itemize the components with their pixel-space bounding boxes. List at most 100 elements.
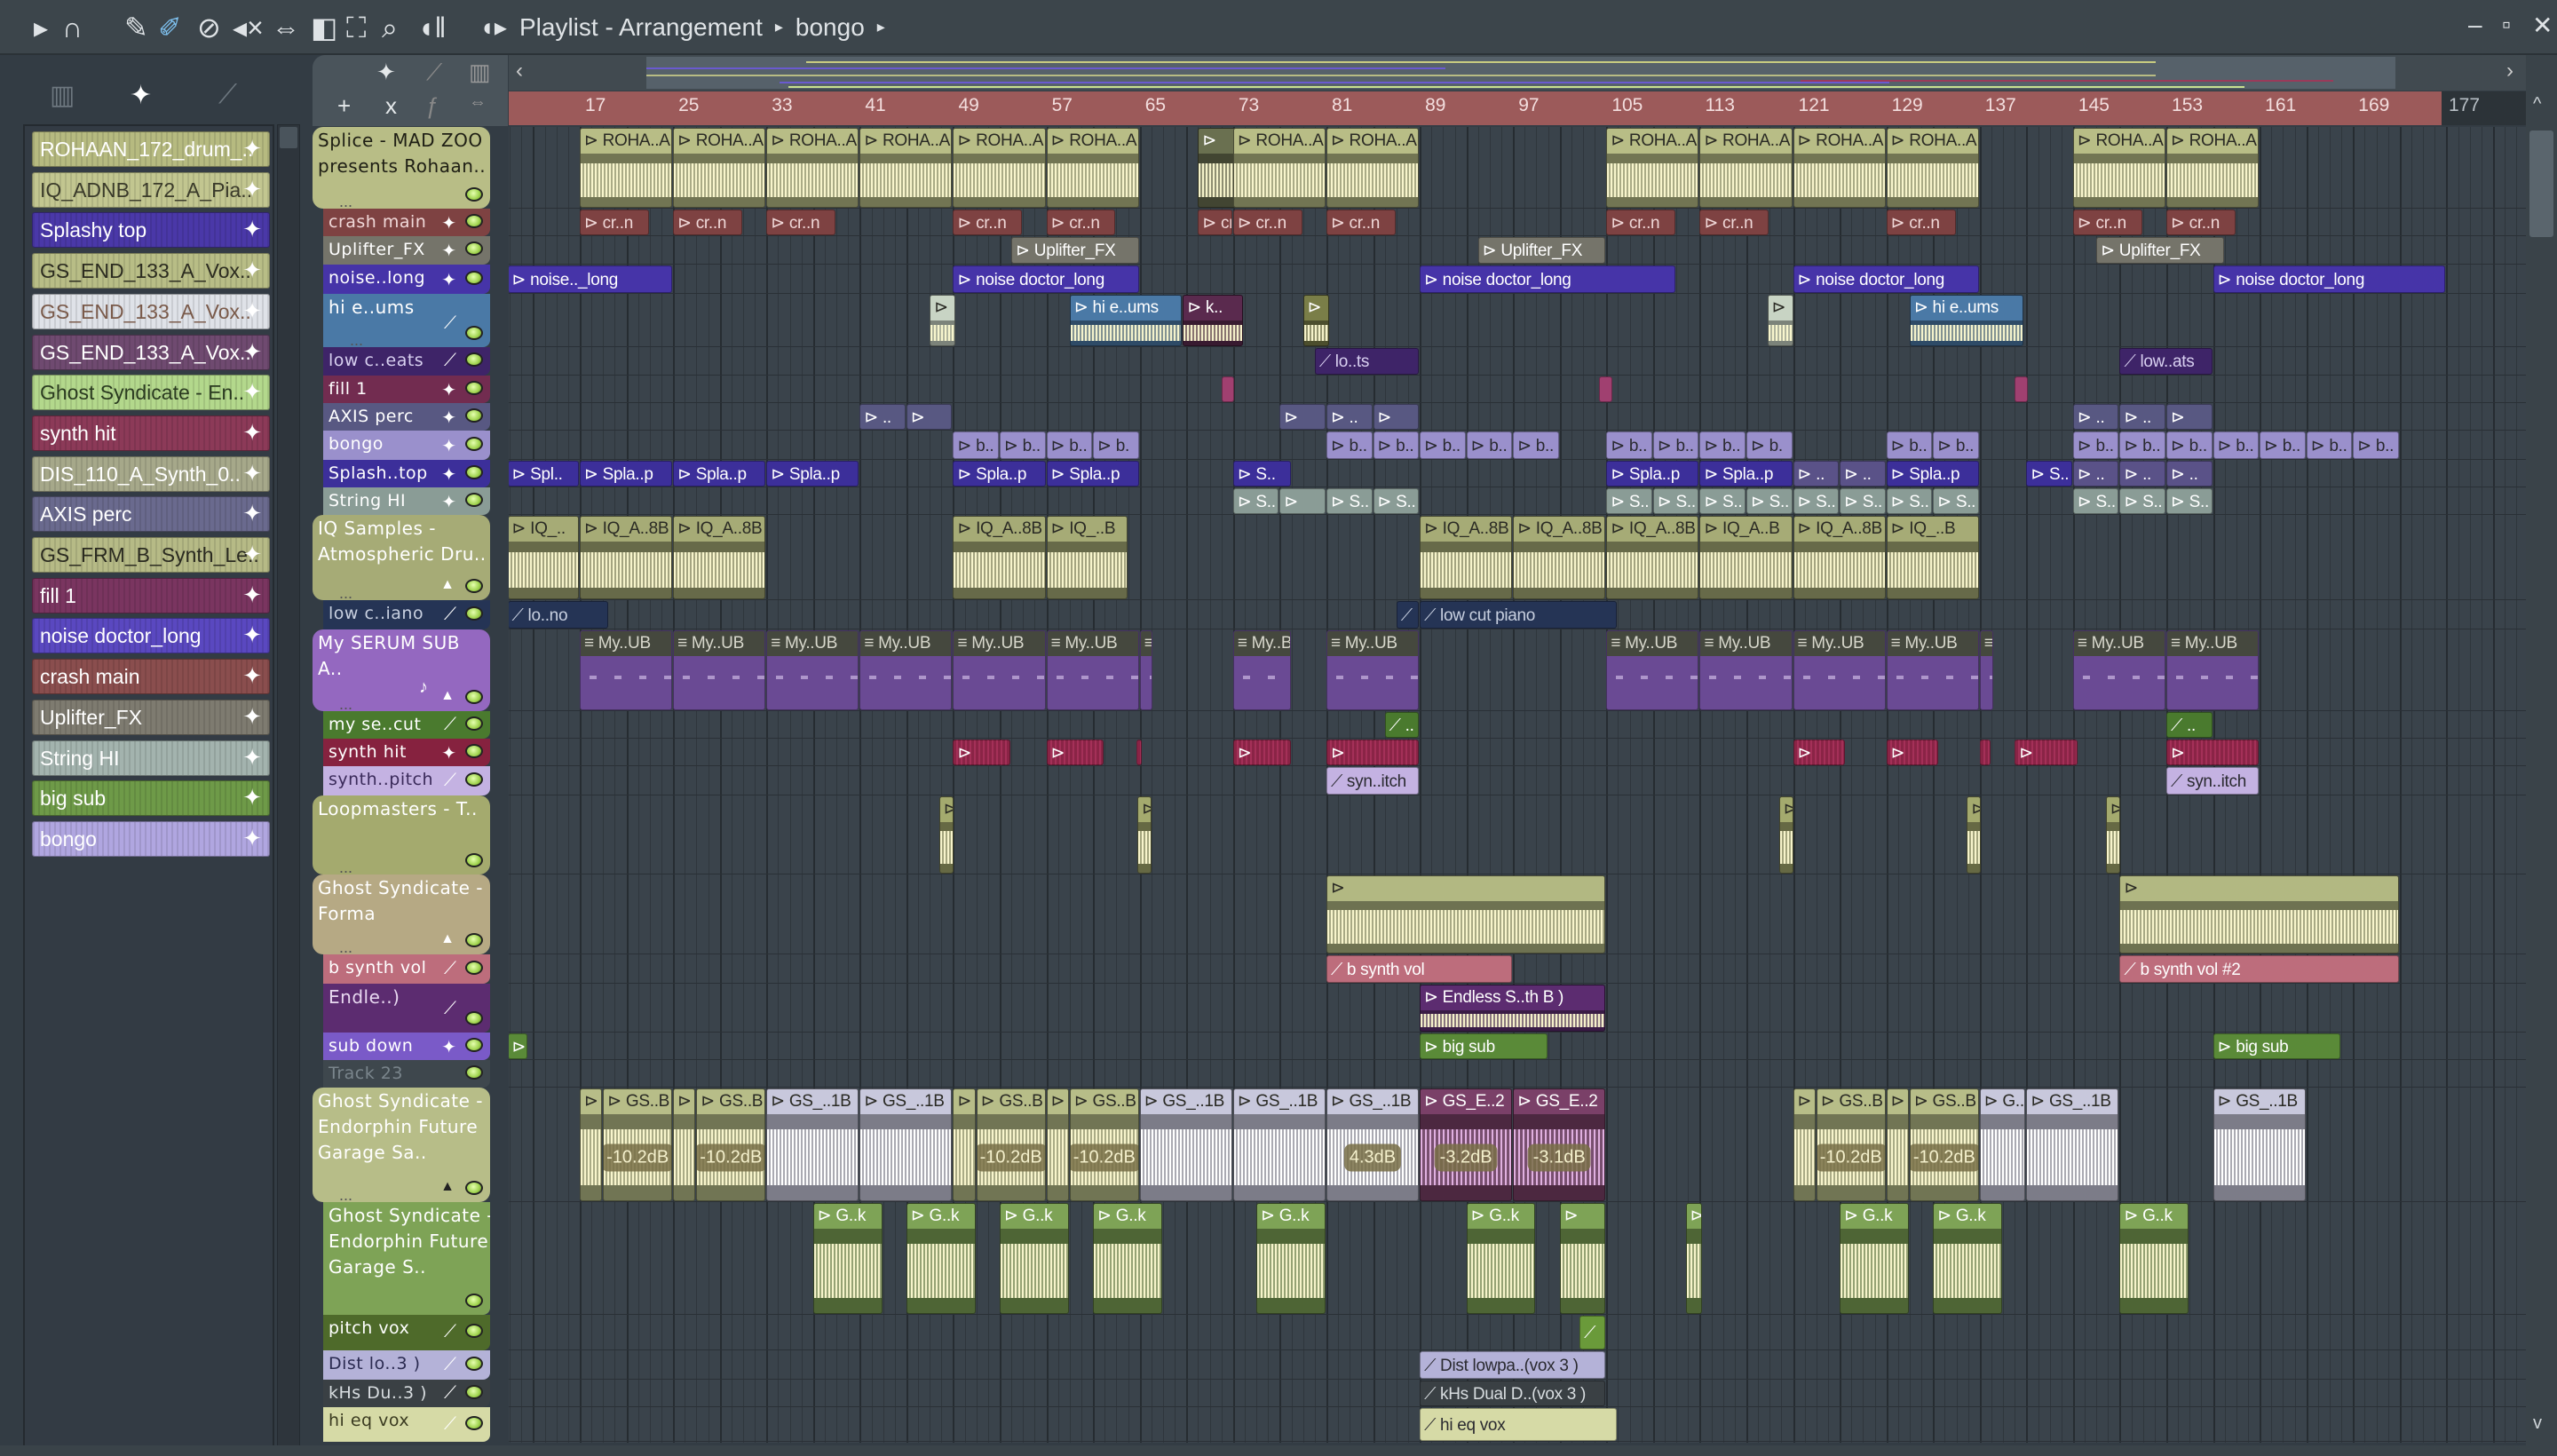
audio-clip[interactable]: ⊳ Uplifter_FX [1477,237,1606,264]
audio-clip[interactable]: ⊳ b.. [1606,431,1652,459]
audio-clip[interactable]: ⊳ Spla..p [1699,461,1793,487]
track-header[interactable]: Dist lo..3 ) ⟋ [323,1350,490,1380]
audio-clip[interactable]: ⊳ [1373,404,1420,430]
track-mute-led[interactable] [465,772,483,787]
audio-clip[interactable]: ⊳ b.. [953,431,1000,459]
track-header[interactable]: crash main ✦ [323,209,490,236]
track-header[interactable]: b synth vol ⟋ [323,954,490,984]
audio-clip[interactable]: ⊳ cr..n [580,210,649,235]
automation-clip[interactable]: ⟋ .. [2166,712,2213,738]
track-header[interactable]: hi eq vox ⟋ [323,1407,490,1442]
play-arrow-icon[interactable]: ▸ [34,11,48,44]
browser-item[interactable]: GS_END_133_A_Vox.. ✦ [32,293,270,329]
browser-item[interactable]: Splashy top ✦ [32,212,270,249]
bottom-scrollbar[interactable] [0,1445,2557,1456]
audio-clip[interactable]: ⊳ S.. [1886,488,1933,514]
track-more-dots[interactable]: ... [339,193,352,209]
audio-clip[interactable]: ⊳ GS_..1B [1232,1088,1326,1201]
track-mute-led[interactable] [465,408,483,423]
audio-clip[interactable]: ⊳ S.. [1652,488,1699,514]
audio-clip[interactable] [1136,740,1142,765]
audio-clip[interactable]: ⊳ [1793,1088,1816,1201]
audio-clip[interactable]: ⊳ [1559,1203,1606,1314]
audio-clip[interactable]: ⊳ Spla..p [1046,461,1139,487]
track-name[interactable]: My SERUM SUB A.. [318,630,487,682]
audio-clip[interactable]: ⊳ noise doctor_long [2213,265,2446,293]
automation-clip[interactable]: ⊳ [930,295,956,346]
browser-item[interactable]: noise doctor_long ✦ [32,618,270,654]
automation-clip[interactable]: ⟋ syn..itch [2166,767,2260,795]
audio-clip[interactable]: ⊳ noise doctor_long [1420,265,1676,293]
audio-clip[interactable]: ⊳ [953,1088,976,1201]
audio-clip[interactable]: ⊳ [2119,875,2399,954]
track-mute-led[interactable] [465,1181,483,1195]
track-mute-led[interactable] [465,1356,483,1371]
audio-clip[interactable]: ⊳ big sub [1420,1033,1548,1059]
audio-clip[interactable]: ⊳ b.. [2260,431,2306,459]
audio-clip[interactable]: ⊳ b.. [2119,431,2166,459]
pattern-clip[interactable]: ≡ My..UB [580,630,673,710]
audio-clip[interactable]: ⊳ G.. [1979,1088,2026,1201]
track-header[interactable]: AXIS perc ✦ [323,403,490,431]
audio-clip[interactable]: ⊳ [938,796,954,874]
audio-clip[interactable]: ⊳ b.. [1466,431,1513,459]
audio-clip[interactable]: ⊳ GS_E..2 -3.2dB [1420,1088,1513,1201]
track-header[interactable]: Loopmasters - T..... [313,795,490,874]
pencil-icon[interactable]: ✎ [124,11,148,44]
audio-clip[interactable]: ⊳ ROHA..A [1326,128,1420,208]
track-mute-led[interactable] [465,241,483,256]
audio-clip[interactable]: ⊳ S.. [1699,488,1746,514]
audio-clip[interactable]: ⊳ IQ_..B [1046,516,1128,599]
delete-icon[interactable]: ⊘ [197,11,221,44]
track-more-dots[interactable]: ... [350,331,363,347]
audio-clip[interactable]: ⊳ GS..B -10.2dB [1069,1088,1139,1201]
audio-clip[interactable]: ⊳ cr..n [1046,210,1116,235]
audio-clip[interactable]: ⊳ Spla..p [580,461,673,487]
browser-item[interactable]: GS_END_133_A_Vox.. ✦ [32,334,270,370]
track-name[interactable]: AXIS perc [329,404,414,430]
audio-clip[interactable]: ⊳ IQ_A..B [1699,516,1793,599]
audio-clip[interactable]: ⊳ S.. [1232,461,1291,487]
paint-brush-icon[interactable]: ✐ [158,11,182,44]
audio-clip[interactable]: ⊳ [673,1088,696,1201]
audio-clip[interactable]: ⊳ GS_E..2 -3.1dB [1513,1088,1606,1201]
automation-clip[interactable]: ⊳ k.. [1183,295,1243,346]
track-mute-led[interactable] [465,690,483,704]
audio-clip[interactable]: ⊳ S.. [2026,461,2072,487]
pattern-clip[interactable]: ≡ My..UB [1886,630,1979,710]
automation-clip[interactable]: ⟋ Dist lowpa..(vox 3 ) [1420,1351,1606,1379]
track-header[interactable]: Track 23 [323,1060,490,1088]
audio-clip[interactable]: ⊳ Spla..p [1606,461,1699,487]
audio-clip[interactable]: ⊳ S.. [1373,488,1420,514]
track-mute-led[interactable] [465,1011,483,1025]
audio-clip[interactable]: ⊳ ROHA..A [580,128,673,208]
audio-clip[interactable]: ⊳ IQ_A..8B [1793,516,1886,599]
automation-clip[interactable]: ⊳ Endless S..th B ) [1420,985,1606,1032]
audio-clip[interactable]: ⊳ b.. [1000,431,1046,459]
audio-clip[interactable]: ⊳ cr..n [1699,210,1769,235]
track-mute-led[interactable] [465,1384,483,1399]
track-mute-led[interactable] [465,716,483,731]
track-header[interactable]: Ghost Syndicate - Forma ▲... [313,874,490,954]
audio-clip[interactable]: ⊳ [1279,488,1326,514]
audio-clip[interactable]: ⊳ big sub [2213,1033,2341,1059]
audio-clip[interactable]: ⊳ G..k [1093,1203,1162,1314]
track-name[interactable]: low c..iano [329,601,424,627]
track-header[interactable]: noise..long ✦ [323,265,490,294]
track-mute-led[interactable] [465,1294,483,1308]
scroll-left-icon[interactable]: ‹ [516,59,523,83]
audio-clip[interactable]: ⊳ [509,1033,528,1059]
audio-clip[interactable]: ⊳ Spl.. [509,461,579,487]
audio-clip[interactable]: ⊳ b.. [1652,431,1699,459]
slip-icon[interactable]: ⇔ [272,11,300,44]
audio-clip[interactable]: ⊳ [1046,740,1104,765]
pattern-clip[interactable]: ≡ [1139,630,1153,710]
pattern-clip[interactable]: ≡ My..UB [953,630,1046,710]
browser-item[interactable]: fill 1 ✦ [32,577,270,613]
scroll-down-icon[interactable]: v [2533,1413,2542,1434]
audio-clip[interactable]: ⊳ b.. [1046,431,1093,459]
track-mute-led[interactable] [465,352,483,367]
audio-clip[interactable]: ⊳ G..k [1000,1203,1069,1314]
track-header[interactable]: IQ Samples - Atmospheric Dru.. ▲... [313,515,490,600]
track-name[interactable]: b synth vol [329,955,426,981]
